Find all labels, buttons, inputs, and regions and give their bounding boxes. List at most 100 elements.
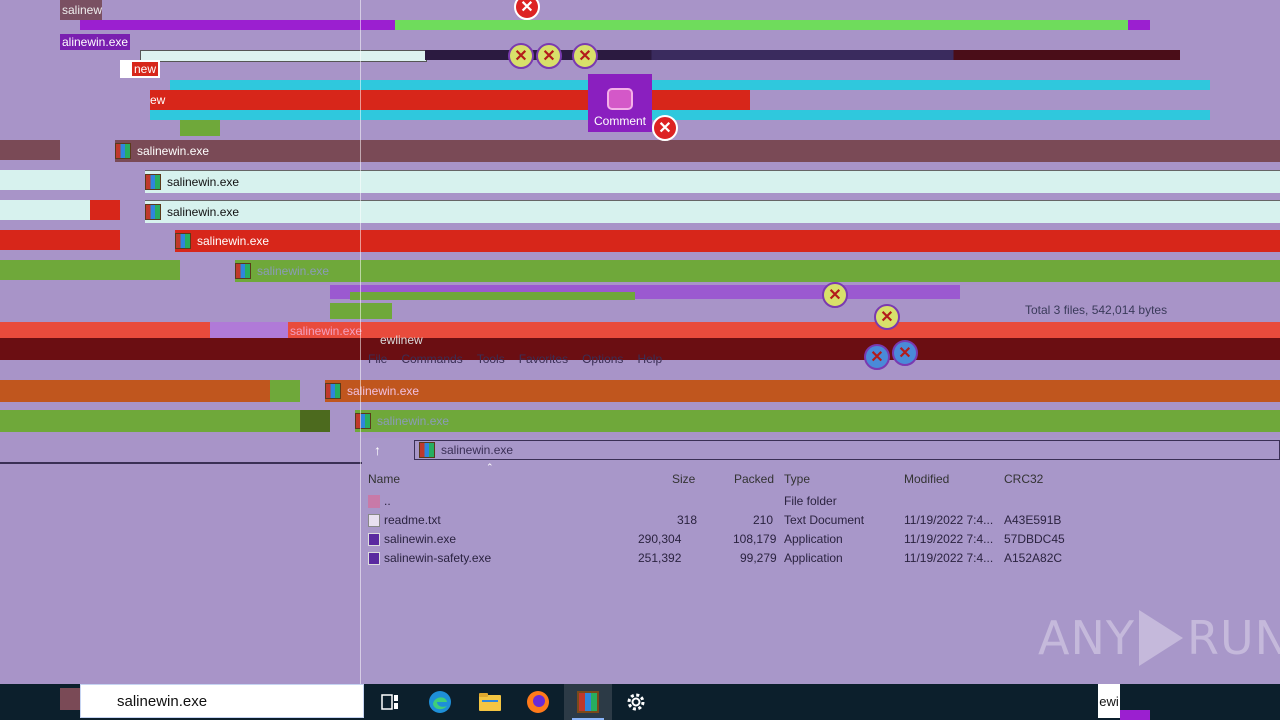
file-size: 251,392 xyxy=(638,551,682,565)
file-packed: 108,179 xyxy=(733,532,777,546)
path-field[interactable]: salinewin.exe xyxy=(414,440,1280,460)
table-row[interactable]: readme.txt 318 210 Text Document 11/19/2… xyxy=(366,511,1280,530)
application-icon xyxy=(368,552,380,566)
glitch-bar xyxy=(170,80,1210,90)
glitch-bar xyxy=(1128,20,1150,30)
glitch-bar xyxy=(0,140,60,160)
winrar-icon xyxy=(145,204,161,220)
cascade-window-title[interactable]: salinewin.exe xyxy=(145,170,1280,193)
error-icon: ✕ xyxy=(514,0,540,20)
cascade-window-title[interactable]: salinewin.exe xyxy=(325,380,1280,402)
file-name: salinewin-safety.exe xyxy=(384,551,492,565)
glitch-bar xyxy=(330,303,392,319)
winrar-icon xyxy=(355,413,371,429)
up-arrow-icon[interactable]: ↑ xyxy=(374,442,381,458)
glitch-bar xyxy=(270,380,300,402)
menu-commands[interactable]: Commands xyxy=(401,352,462,372)
file-explorer-button[interactable] xyxy=(466,684,514,720)
frag-ew-2: ew xyxy=(150,93,166,107)
edge-button[interactable] xyxy=(416,684,464,720)
error-icon: ✕ xyxy=(874,304,900,330)
file-type: File folder xyxy=(784,494,837,508)
divider xyxy=(0,462,362,464)
col-modified[interactable]: Modified xyxy=(904,472,949,486)
glitch-bar xyxy=(395,20,1150,30)
col-size[interactable]: Size xyxy=(672,472,695,486)
glitch-bar xyxy=(0,200,90,220)
frag-new: new xyxy=(132,62,159,76)
comment-icon xyxy=(607,88,633,110)
search-value: salinewin.exe xyxy=(117,692,208,710)
glitch-bar xyxy=(0,322,210,338)
col-name[interactable]: Name xyxy=(368,472,400,486)
glitch-bar xyxy=(80,20,395,30)
menu-file[interactable]: File xyxy=(368,352,387,372)
settings-button[interactable] xyxy=(612,684,660,720)
edge-icon xyxy=(429,691,451,713)
exe-label: alinewin.exe xyxy=(60,34,131,50)
glitch-bar xyxy=(0,380,270,402)
error-icon: ✕ xyxy=(572,43,598,69)
glitch-bar xyxy=(210,322,290,338)
table-row[interactable]: salinewin.exe 290,304 108,179 Applicatio… xyxy=(366,530,1280,549)
glitch-bar xyxy=(90,200,120,220)
firefox-button[interactable] xyxy=(514,684,562,720)
file-name: readme.txt xyxy=(384,513,441,527)
window-title-text: salinewin.exe xyxy=(167,175,240,189)
table-row[interactable]: salinewin-safety.exe 251,392 99,279 Appl… xyxy=(366,549,1280,568)
col-type[interactable]: Type xyxy=(784,472,810,486)
glitch-bar xyxy=(180,120,220,136)
cascade-window-title[interactable]: salinewin.exe xyxy=(115,140,1280,162)
error-icon: ✕ xyxy=(864,344,890,370)
cascade-window-title[interactable]: salinewin.exe xyxy=(355,410,1280,432)
col-packed[interactable]: Packed xyxy=(734,472,774,486)
glitch-bar xyxy=(0,230,120,250)
task-view-icon xyxy=(381,694,398,710)
settings-icon xyxy=(627,693,645,711)
glitch-bar xyxy=(288,322,1280,338)
file-crc: A152A82C xyxy=(1004,551,1063,565)
path-text: salinewin.exe xyxy=(441,443,514,457)
comment-label: Comment xyxy=(593,114,646,128)
window-title-text: salinewin.exe xyxy=(167,205,240,219)
taskbar-search-input[interactable]: salinewin.exe xyxy=(80,684,364,718)
winrar-icon xyxy=(115,143,131,159)
window-title-text: salinewin.exe xyxy=(137,144,210,158)
error-icon: ✕ xyxy=(892,340,918,366)
taskbar-left-fragment xyxy=(60,688,80,710)
top-title-fragment: salinew xyxy=(62,3,103,17)
comment-button[interactable]: Comment xyxy=(588,74,652,132)
glitch-bar xyxy=(0,260,180,280)
table-row[interactable]: .. File folder xyxy=(366,492,1280,511)
col-crc32[interactable]: CRC32 xyxy=(1004,472,1043,486)
winrar-button[interactable] xyxy=(564,684,612,720)
status-total: Total 3 files, 542,014 bytes xyxy=(1025,303,1168,317)
file-packed: 210 xyxy=(753,513,774,527)
glitch-bar xyxy=(350,292,635,300)
window-title-text: salinewin.exe xyxy=(197,234,270,248)
file-modified: 11/19/2022 7:4... xyxy=(904,532,994,546)
frag-ewlinew: ewlinew xyxy=(380,333,423,347)
menu-favorites[interactable]: Favorites xyxy=(519,352,568,372)
winrar-icon xyxy=(419,442,435,458)
file-size: 290,304 xyxy=(638,532,682,546)
task-view-button[interactable] xyxy=(366,684,414,720)
window-title-text: salinewin.exe xyxy=(257,264,330,278)
winrar-icon xyxy=(325,383,341,399)
error-icon: ✕ xyxy=(508,43,534,69)
winrar-icon xyxy=(175,233,191,249)
anyrun-watermark: ANY RUN xyxy=(1038,610,1280,666)
menu-help[interactable]: Help xyxy=(637,352,662,372)
firefox-icon xyxy=(527,691,549,713)
menu-options[interactable]: Options xyxy=(582,352,623,372)
cascade-window-title[interactable]: salinewin.exe xyxy=(175,230,1280,252)
file-modified: 11/19/2022 7:4... xyxy=(904,551,994,565)
watermark-run: RUN xyxy=(1186,611,1280,665)
cascade-window-title[interactable]: salinewin.exe xyxy=(145,200,1280,223)
file-crc: A43E591B xyxy=(1004,513,1062,527)
menu-tools[interactable]: Tools xyxy=(477,352,505,372)
cascade-window-title[interactable]: salinewin.exe xyxy=(235,260,1280,282)
vertical-divider xyxy=(360,0,361,684)
glitch-bar xyxy=(0,170,90,190)
text-file-icon xyxy=(368,514,380,528)
